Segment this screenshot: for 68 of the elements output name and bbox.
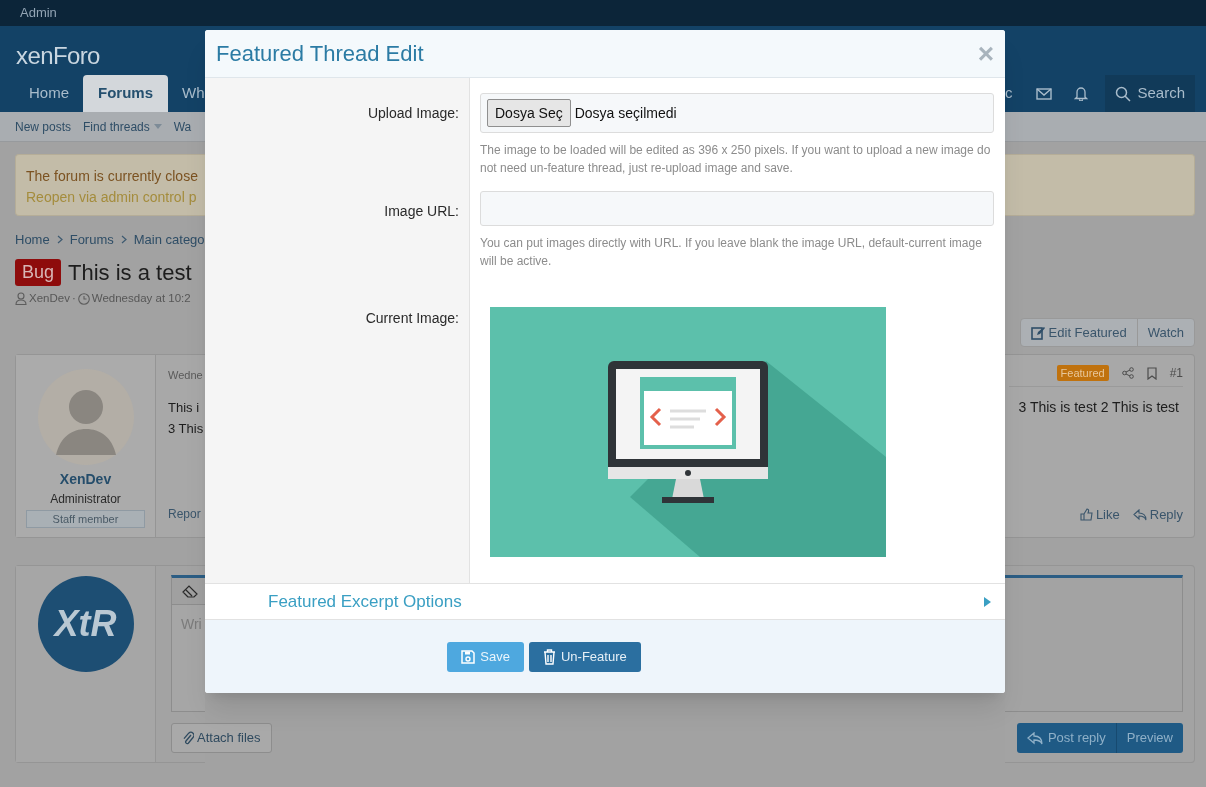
user-icon (15, 292, 27, 306)
field-hint: The image to be loaded will be edited as 396 x 250 pixels. If you want to upload a new image do not need un-feature thread, just re-upload image and save. (480, 142, 992, 177)
file-status: Dosya seçilmedi (574, 103, 677, 123)
post-date[interactable]: Wednesday at 10:2 (91, 290, 191, 308)
search-icon (1115, 85, 1132, 102)
file-upload-field[interactable]: Dosya Seç Dosya seçilmedi (480, 93, 994, 133)
breadcrumb-link[interactable]: Main catego (133, 230, 205, 250)
post-number-link[interactable]: #1 (1169, 364, 1183, 382)
sub-nav-link[interactable]: New posts (15, 117, 72, 136)
chevron-icon (56, 235, 63, 245)
thread-action-button[interactable]: Watch (1136, 319, 1194, 346)
modal-title: Featured Thread Edit (216, 40, 424, 68)
reply-arrow-icon (1026, 731, 1043, 745)
breadcrumb-link[interactable]: Forums (69, 230, 114, 250)
share-icon (1121, 367, 1134, 379)
preview-button[interactable]: Preview (1115, 723, 1183, 753)
unfeature-button[interactable]: Un-Feature (528, 641, 641, 672)
thumbs-up-icon (1079, 508, 1093, 522)
caret-right-icon (984, 596, 991, 607)
mail-icon (1035, 87, 1052, 100)
bookmark-icon (1146, 366, 1157, 380)
sub-nav-link[interactable]: Find threads (83, 117, 162, 136)
chevron-icon (120, 235, 127, 245)
featured-badge: Featured (1056, 365, 1109, 381)
post-reply-button[interactable]: Post reply (1016, 723, 1116, 753)
site-logo[interactable]: xenForo (16, 38, 100, 74)
image-url-field[interactable] (480, 191, 994, 226)
author-link[interactable]: XenDev (29, 290, 70, 308)
like-link[interactable]: Like (1079, 505, 1120, 525)
post-date[interactable]: Wedne (168, 367, 203, 384)
staff-banner: Staff member (26, 510, 145, 528)
close-button[interactable]: × (977, 39, 994, 68)
nav-tab[interactable]: Forums (83, 75, 169, 112)
post-text: 3 This is test 2 This is test (1018, 398, 1179, 417)
breadcrumb-link[interactable]: Home (15, 230, 50, 250)
caret-icon (153, 124, 162, 129)
bell-icon (1073, 86, 1088, 101)
trash-icon (542, 648, 556, 665)
choose-file-button[interactable]: Dosya Seç (487, 99, 571, 127)
notice-text: The forum is currently close (26, 167, 199, 186)
username-link[interactable]: XenDev (59, 469, 112, 490)
field-label: Image URL: (384, 202, 459, 221)
field-hint: You can put images directly with URL. If you leave blank the image URL, default-current image will be active. (480, 235, 983, 270)
attach-files-button[interactable]: Attach files (171, 723, 272, 753)
clock-icon (77, 292, 90, 305)
field-label: Current Image: (365, 309, 459, 328)
nav-tab[interactable]: Wh (168, 75, 219, 112)
prefix-label: Bug (15, 259, 62, 286)
search-button[interactable]: Search (1105, 75, 1195, 112)
excerpt-options-toggle[interactable]: Featured Excerpt Options (205, 583, 1005, 620)
thread-action-button[interactable]: Edit Featured (1020, 319, 1137, 346)
sub-nav-link[interactable]: Wa (173, 117, 192, 136)
separator-dot: · (71, 291, 76, 306)
field-label: Upload Image: (367, 104, 459, 123)
post-text: This i 3 This (168, 399, 204, 438)
nav-tab[interactable]: Home (15, 75, 83, 112)
avatar-logo: XtR (37, 576, 134, 672)
reply-link[interactable]: Reply (1132, 505, 1183, 525)
user-title: Administrator (50, 491, 121, 508)
eraser-icon (182, 584, 198, 598)
paperclip-icon (182, 730, 194, 746)
report-link[interactable]: Repor (168, 505, 201, 523)
edit-icon (1030, 325, 1045, 340)
save-button[interactable]: Save (447, 641, 524, 672)
admin-link[interactable]: Admin (20, 3, 57, 23)
nav-link[interactable]: c (1005, 82, 1013, 105)
thread-title: This is a test (68, 259, 192, 287)
reply-arrow-icon (1132, 508, 1147, 521)
